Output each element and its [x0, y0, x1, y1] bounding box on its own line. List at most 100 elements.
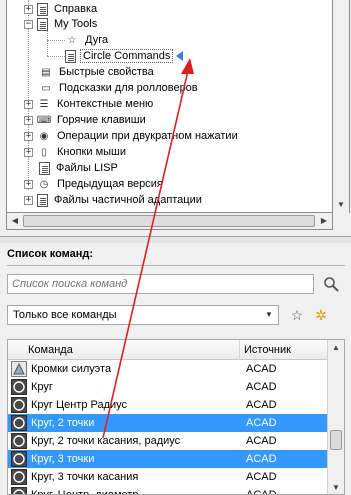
command-name: Круг Центр Радиус	[31, 399, 128, 411]
command-table: Команда Источник Кромки силуэта ACAD Круг A…	[7, 339, 345, 495]
tree-item-label: Горячие клавиши	[57, 114, 146, 126]
command-source: ACAD	[246, 471, 277, 483]
scroll-down-icon[interactable]: ▼	[328, 480, 344, 494]
command-list-panel: Список команд: Только все команды ▼ ☆ ✲ …	[0, 243, 351, 495]
circle-icon	[11, 433, 27, 449]
command-name: Круг, 2 точки	[31, 417, 95, 429]
column-header-source[interactable]: Источник	[240, 340, 329, 360]
mouse-icon: ▯	[41, 146, 47, 158]
tree-item-partial-cui[interactable]: + Файлы частичной адаптации	[24, 192, 204, 208]
document-icon	[37, 17, 48, 31]
expand-icon[interactable]: +	[24, 4, 33, 14]
expand-icon[interactable]: +	[24, 131, 33, 141]
command-filter-dropdown[interactable]: Только все команды ▼	[7, 305, 279, 325]
tree-item-label: Предыдущая версия	[57, 178, 163, 190]
circle-icon	[11, 397, 27, 413]
expand-icon[interactable]: +	[24, 179, 33, 189]
command-source: ACAD	[246, 453, 277, 465]
tree-item-label: Быстрые свойства	[59, 66, 154, 78]
cui-file-icon	[37, 193, 48, 207]
document-icon	[65, 49, 76, 63]
keyboard-icon: ⌨	[36, 114, 52, 126]
table-row[interactable]: Круг ACAD	[8, 378, 329, 396]
tree-item-help[interactable]: + Справка	[24, 1, 99, 17]
clock-icon: ◷	[39, 178, 49, 190]
star-icon: ☆	[67, 34, 77, 46]
rollover-tooltip-icon: ▭	[41, 82, 51, 94]
context-menu-icon: ☰	[39, 98, 49, 110]
expand-icon[interactable]: +	[24, 99, 33, 109]
scrollbar-thumb[interactable]	[23, 215, 315, 227]
tree-item-double-click-actions[interactable]: + ◉ Операции при двукратном нажатии	[24, 128, 240, 144]
tree-item-label: Circle Commands	[80, 49, 174, 63]
command-source: ACAD	[246, 489, 277, 495]
drop-marker-icon	[176, 51, 184, 61]
expand-icon[interactable]: +	[24, 195, 33, 205]
tree-item-label: Кнопки мыши	[57, 146, 127, 158]
table-row[interactable]: Кромки силуэта ACAD	[8, 360, 329, 378]
tree-item-label: Подсказки для ролловеров	[59, 82, 198, 94]
tree-horizontal-scrollbar[interactable]: ◀ ▶	[6, 213, 333, 230]
quick-properties-icon: ▤	[41, 66, 51, 78]
tree-item-arc[interactable]: ☆ Дуга	[65, 32, 110, 48]
filter-selected-value: Только все команды	[13, 309, 117, 321]
tree-item-shortcut-keys[interactable]: + ⌨ Горячие клавиши	[24, 112, 148, 128]
silhouette-icon	[11, 361, 27, 377]
command-source: ACAD	[246, 417, 277, 429]
tree-item-legacy[interactable]: + ◷ Предыдущая версия	[24, 176, 165, 192]
table-row[interactable]: Круг, 3 точки касания ACAD	[8, 468, 329, 486]
search-icon	[324, 277, 339, 292]
circle-icon	[11, 487, 27, 494]
tree-item-label: Дуга	[85, 34, 109, 46]
table-row[interactable]: Круг, Центр, диаметр ACAD	[8, 486, 329, 495]
scrollbar-thumb[interactable]	[330, 430, 342, 450]
table-row[interactable]: Круг, 3 точки ACAD	[8, 450, 329, 468]
header-divider	[7, 265, 345, 266]
search-button[interactable]	[320, 274, 342, 294]
tree-item-label: Справка	[54, 3, 98, 15]
tree-item-mouse-buttons[interactable]: + ▯ Кнопки мыши	[24, 144, 128, 160]
scroll-right-icon[interactable]: ▶	[316, 213, 332, 229]
circle-icon	[11, 469, 27, 485]
tree-item-label: My Tools	[54, 18, 98, 30]
double-click-icon: ◉	[39, 130, 49, 142]
tree-item-lisp-files[interactable]: Файлы LISP	[39, 160, 120, 176]
tree-item-label: Контекстные меню	[57, 98, 154, 110]
tree-item-label: Операции при двукратном нажатии	[57, 130, 238, 142]
circle-icon	[11, 415, 27, 431]
column-header-command[interactable]: Команда	[8, 340, 240, 360]
scroll-down-icon[interactable]: ▼	[333, 197, 349, 213]
command-source: ACAD	[246, 399, 277, 411]
expand-icon[interactable]: +	[24, 147, 33, 157]
tree-item-circle-commands[interactable]: Circle Commands	[65, 48, 184, 64]
collapse-icon[interactable]: −	[24, 19, 33, 29]
customizations-tree-pane: + Справка − My Tools ☆ Дуга Circle Comma…	[0, 0, 351, 237]
table-row[interactable]: Круг Центр Радиус ACAD	[8, 396, 329, 414]
lisp-file-icon	[39, 161, 50, 175]
tree-item-label: Файлы LISP	[56, 162, 118, 174]
command-search-input[interactable]	[7, 274, 314, 294]
command-name: Круг, 3 точки	[31, 453, 95, 465]
tree-vertical-scrollbar[interactable]: ▼	[333, 0, 350, 213]
dropdown-arrow-icon[interactable]: ▼	[262, 308, 276, 322]
new-command-icon[interactable]: ✲	[311, 305, 331, 325]
table-row[interactable]: Круг, 2 точки касания, радиус ACAD	[8, 432, 329, 450]
scroll-left-icon[interactable]: ◀	[7, 213, 23, 229]
table-row[interactable]: Круг, 2 точки ACAD	[8, 414, 329, 432]
tree-item-my-tools[interactable]: − My Tools	[24, 16, 99, 32]
command-list-header: Список команд:	[7, 248, 94, 260]
customizations-tree[interactable]: + Справка − My Tools ☆ Дуга Circle Comma…	[6, 0, 333, 213]
tree-item-rollover-tooltips[interactable]: ▭ Подсказки для ролловеров	[39, 80, 200, 96]
circle-icon	[11, 379, 27, 395]
command-name: Круг, 2 точки касания, радиус	[31, 435, 181, 447]
tree-item-label: Файлы частичной адаптации	[54, 194, 202, 206]
find-command-icon[interactable]: ☆	[287, 305, 307, 325]
command-name: Круг	[31, 381, 53, 393]
expand-icon[interactable]: +	[24, 115, 33, 125]
scroll-up-icon[interactable]: ▲	[328, 340, 344, 356]
tree-item-context-menus[interactable]: + ☰ Контекстные меню	[24, 96, 155, 112]
command-name: Круг, 3 точки касания	[31, 471, 139, 483]
circle-icon	[11, 451, 27, 467]
tree-item-quick-properties[interactable]: ▤ Быстрые свойства	[39, 64, 156, 80]
table-vertical-scrollbar[interactable]: ▲ ▼	[327, 340, 344, 494]
